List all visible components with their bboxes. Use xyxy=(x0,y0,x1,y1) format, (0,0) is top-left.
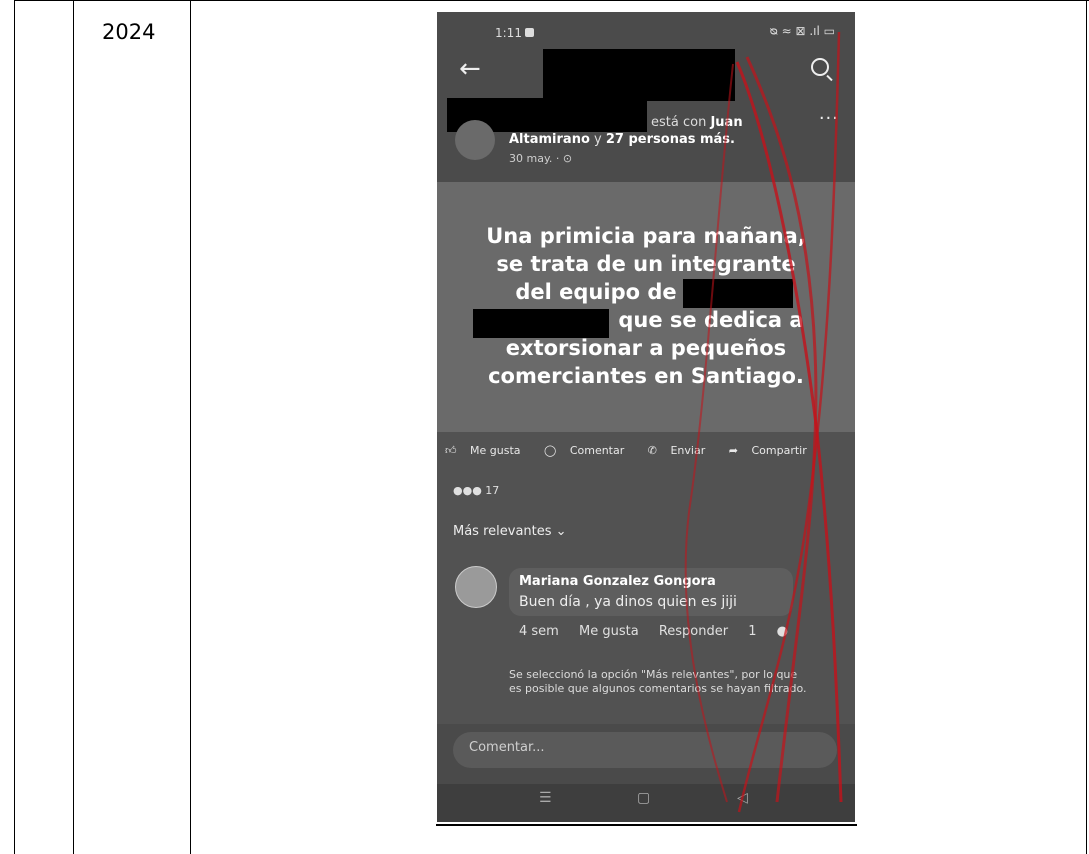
like-badge-icon: ● xyxy=(776,624,788,639)
filter-note: Se seleccionó la opción "Más relevantes"… xyxy=(509,668,807,695)
comment-button[interactable]: ◯ Comentar xyxy=(544,444,634,457)
post-with-text: está con Juan xyxy=(651,115,743,130)
back-icon[interactable]: ◁ xyxy=(737,790,748,806)
comment-input-placeholder: Comentar... xyxy=(469,740,545,755)
thumbs-up-icon: 👍︎ xyxy=(445,444,457,457)
post-line-1: Una primicia para mañana, xyxy=(486,224,806,248)
more-options-icon[interactable]: ··· xyxy=(819,108,839,129)
share-icon: ➦ xyxy=(728,444,738,457)
table-column-divider-1 xyxy=(73,0,74,854)
notification-icon xyxy=(525,28,534,37)
whatsapp-icon: ✆ xyxy=(647,444,657,457)
like-button[interactable]: 👍︎ Me gusta xyxy=(445,444,531,457)
search-icon[interactable] xyxy=(811,58,829,76)
table-left-border xyxy=(14,0,15,854)
share-button[interactable]: ➦ Compartir xyxy=(729,444,817,457)
image-bottom-rule xyxy=(436,824,857,826)
status-time: 1:11 xyxy=(495,26,522,40)
recent-apps-icon[interactable]: ☰ xyxy=(539,790,552,806)
reactions-summary[interactable]: ●●● 17 xyxy=(453,484,499,497)
comment-reply-button[interactable]: Responder xyxy=(659,624,728,639)
year-cell: 2024 xyxy=(102,20,156,44)
redacted-block-team-2 xyxy=(473,309,609,338)
comment-age: 4 sem xyxy=(519,624,559,639)
redacted-block-title xyxy=(543,49,735,101)
table-column-divider-2 xyxy=(190,0,191,854)
chevron-down-icon: ⌄ xyxy=(555,524,567,539)
post-line-5: extorsionar a pequeños xyxy=(505,336,787,360)
status-icons: ᴓ ≈ ⊠ .ıl ▭ xyxy=(769,24,835,38)
comment-like-button[interactable]: Me gusta xyxy=(579,624,639,639)
tagged-others[interactable]: 27 personas más. xyxy=(606,132,735,147)
comment-text: Buen día , ya dinos quien es jiji xyxy=(519,594,737,610)
tagged-rest-name[interactable]: Altamirano xyxy=(509,132,590,147)
comment-meta: 4 sem Me gusta Responder 1 ● xyxy=(519,624,820,639)
comment-author[interactable]: Mariana Gonzalez Gongora xyxy=(519,574,716,589)
table-right-border xyxy=(1086,0,1087,854)
phone-screenshot: 1:11 ᴓ ≈ ⊠ .ıl ▭ ← está con Juan Altamir… xyxy=(437,12,855,822)
tagged-name[interactable]: Juan xyxy=(710,115,742,130)
post-actions: 👍︎ Me gusta ◯ Comentar ✆ Enviar ➦ Compar… xyxy=(445,444,855,457)
post-line-6: comerciantes en Santiago. xyxy=(488,364,804,388)
redacted-block-team xyxy=(683,279,793,308)
post-author-avatar[interactable] xyxy=(455,120,495,160)
comment-like-count: 1 ● xyxy=(748,624,788,639)
send-button[interactable]: ✆ Enviar xyxy=(648,444,715,457)
home-icon[interactable]: ▢ xyxy=(637,790,650,806)
reaction-icons: ●●● xyxy=(453,484,482,497)
commenter-avatar[interactable] xyxy=(455,566,497,608)
table-top-border xyxy=(14,0,1089,1)
post-line-2: se trata de un integrante xyxy=(496,252,796,276)
post-date: 30 may. · ⊙ xyxy=(509,152,573,165)
comment-icon: ◯ xyxy=(544,444,557,457)
comment-filter-dropdown[interactable]: Más relevantes ⌄ xyxy=(453,524,567,539)
tagged-people: Altamirano y 27 personas más. xyxy=(509,132,735,147)
back-arrow-icon[interactable]: ← xyxy=(459,56,481,82)
